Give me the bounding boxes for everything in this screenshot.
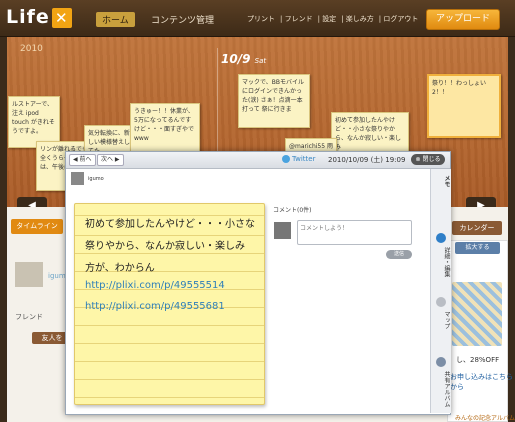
post-note: 初めて参加したんやけど・・・小さな 祭りやから、なんか寂しい・楽しみ 方が、わか… <box>74 203 265 405</box>
timeline-marker-line <box>217 48 218 166</box>
friend-label: フレンド <box>15 313 43 321</box>
side-tab-label: 共有アルバム <box>443 371 450 407</box>
nav-home-tab[interactable]: ホーム <box>96 12 135 27</box>
side-tab-label: マップ <box>443 311 450 329</box>
nav-link-settings[interactable]: 設定 <box>322 15 336 23</box>
side-tab-memo[interactable]: メモ <box>431 175 451 187</box>
close-label: 閉じる <box>422 156 441 163</box>
post-author[interactable]: igumo <box>88 176 104 182</box>
logo-mark-icon: ✕ <box>51 8 72 28</box>
side-tab-label: メモ <box>443 175 450 187</box>
side-tab-details[interactable]: 詳細・編集 <box>431 247 451 277</box>
share-icon <box>436 357 446 367</box>
ad-image[interactable] <box>452 282 502 346</box>
app-logo[interactable]: Life ✕ <box>6 6 72 28</box>
top-bar: Life ✕ ホーム コンテンツ管理 プリント | フレンド | 設定 | 楽しみ方 | … <box>0 0 515 37</box>
note-text-line: 初めて参加したんやけど・・・小さな <box>85 219 255 230</box>
side-tab-strip: メモ 詳細・編集 マップ 共有アルバム <box>430 169 451 413</box>
avatar[interactable] <box>15 262 43 287</box>
photo-link[interactable]: http://plixi.com/p/49555514 <box>85 280 225 291</box>
ad-signup-link[interactable]: お申し込みはこちらから <box>450 372 515 392</box>
timeline-note[interactable]: うきゅー！！休業が、5万になってるんですけど・・・面すぎやでwww <box>130 103 200 155</box>
timeline-date-value: 10/9 <box>221 52 251 66</box>
comment-count-label: コメント(0件) <box>273 207 312 214</box>
twitter-icon <box>282 155 290 163</box>
nav-link-logout[interactable]: ログアウト <box>383 15 418 23</box>
send-button[interactable]: 送信 <box>386 250 412 259</box>
map-icon <box>436 297 446 307</box>
prev-label: 前へ <box>79 156 92 163</box>
source-name: Twitter <box>292 155 316 163</box>
nav-contents-tab[interactable]: コンテンツ管理 <box>151 13 214 26</box>
nav-link-howto[interactable]: 楽しみ方 <box>346 15 374 23</box>
posted-timestamp: 2010/10/09 (土) 19:09 <box>328 156 406 164</box>
note-text-line: 方が、わからん <box>85 263 155 274</box>
tab-timeline[interactable]: タイムライン <box>11 219 63 234</box>
ad-discount-text: し、28%OFF <box>456 356 500 364</box>
upload-button[interactable]: アップロード <box>426 9 500 30</box>
profile-name[interactable]: igum <box>48 272 66 280</box>
next-label: 次へ <box>101 156 114 163</box>
avatar <box>274 222 291 239</box>
next-button[interactable]: 次へ ▶ <box>97 154 124 166</box>
timeline-year: 2010 <box>20 44 43 54</box>
close-button[interactable]: ⊗ 閉じる <box>411 154 445 165</box>
avatar[interactable] <box>71 172 84 185</box>
nav-link-friend[interactable]: フレンド <box>285 15 313 23</box>
side-tab-label: 詳細・編集 <box>443 247 450 277</box>
ad-album-link[interactable]: みんなの記念アルバム <box>455 413 515 422</box>
enlarge-button[interactable]: 拡大する <box>455 242 500 254</box>
nav-link-print[interactable]: プリント <box>247 15 275 23</box>
source-label: Twitter <box>282 155 315 163</box>
timeline-date: 10/9 Sat <box>221 52 266 66</box>
timeline-day: Sat <box>254 57 267 65</box>
prev-button[interactable]: ◀ 前へ <box>69 154 96 166</box>
photo-link[interactable]: http://plixi.com/p/49555681 <box>85 301 225 312</box>
post-detail-modal: ◀ 前へ 次へ ▶ Twitter 2010/10/09 (土) 19:09 ⊗… <box>65 151 451 415</box>
timeline-note-highlighted[interactable]: 祭り！！わっしょい2！！ <box>427 74 501 138</box>
nav-links: プリント | フレンド | 設定 | 楽しみ方 | ログアウト <box>247 15 419 23</box>
info-icon <box>436 233 446 243</box>
tab-calendar[interactable]: カレンダー <box>452 221 502 235</box>
side-tab-map[interactable]: マップ <box>431 311 451 329</box>
modal-header: ◀ 前へ 次へ ▶ Twitter 2010/10/09 (土) 19:09 ⊗… <box>66 152 450 169</box>
note-text-line: 祭りやから、なんか寂しい・楽しみ <box>85 241 245 252</box>
logo-text: Life <box>6 6 50 28</box>
side-tab-share-album[interactable]: 共有アルバム <box>431 371 451 407</box>
timeline-note[interactable]: マックで、BBモバイルにログインできんかった(涙) さぁ！点滴一本打って 祭に行… <box>238 74 310 128</box>
comment-input[interactable]: コメントしよう！ <box>297 220 412 245</box>
